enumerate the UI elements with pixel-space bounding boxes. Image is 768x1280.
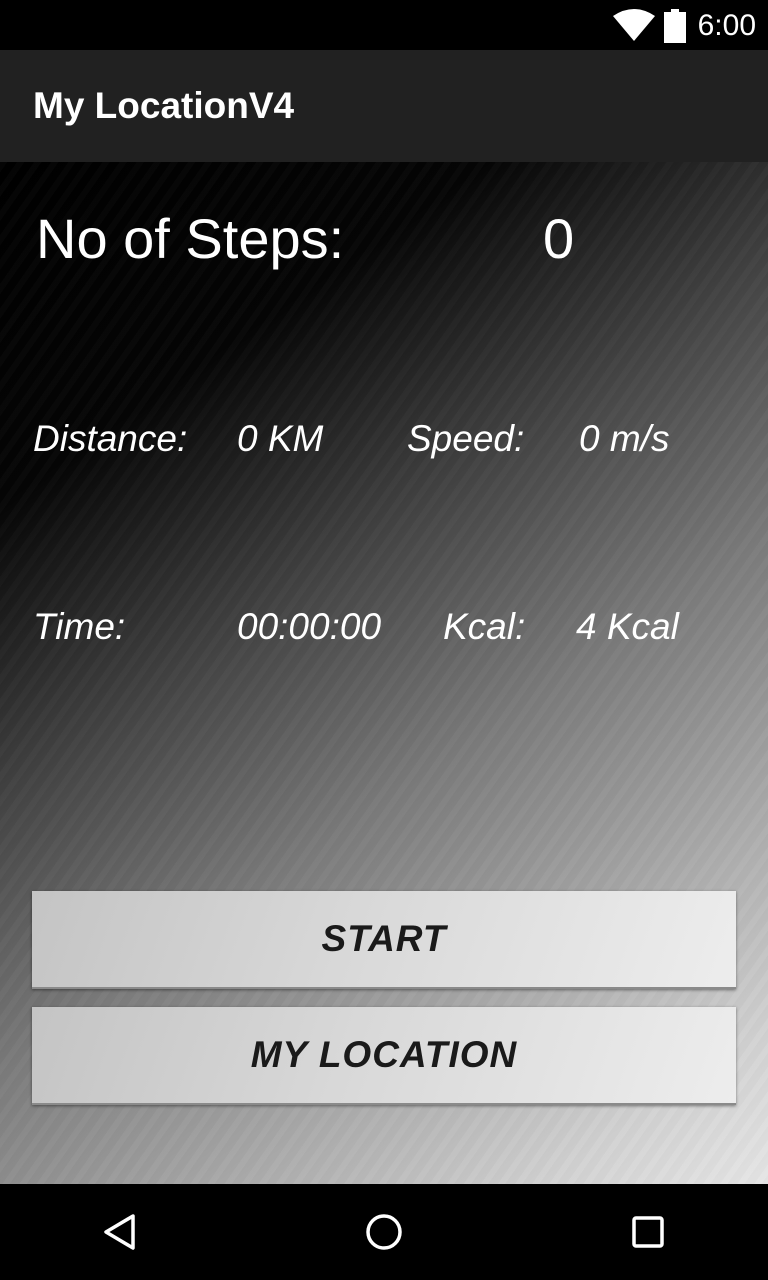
home-button[interactable] <box>356 1204 412 1260</box>
my-location-button[interactable]: MY LOCATION <box>32 1007 736 1105</box>
recents-icon <box>632 1216 664 1248</box>
start-button[interactable]: START <box>32 891 736 989</box>
speed-label: Speed: <box>407 418 525 459</box>
status-time: 6:00 <box>697 9 756 42</box>
steps-value: 0 <box>543 207 575 270</box>
battery-icon <box>664 9 686 43</box>
distance-value: 0 KM <box>237 418 324 459</box>
kcal-label: Kcal: <box>443 606 526 647</box>
wifi-icon <box>613 9 655 41</box>
kcal-value: 4 Kcal <box>576 606 679 647</box>
recents-button[interactable] <box>620 1204 676 1260</box>
speed-value: 0 m/s <box>579 418 670 459</box>
distance-label: Distance: <box>33 418 188 459</box>
home-icon <box>366 1214 402 1250</box>
time-label: Time: <box>33 606 126 647</box>
main-content: No of Steps: 0 Distance: 0 KM Speed: 0 m… <box>0 162 768 1184</box>
steps-label: No of Steps: <box>36 207 345 270</box>
navigation-bar <box>0 1184 768 1280</box>
back-button[interactable] <box>92 1204 148 1260</box>
status-bar: 6:00 <box>0 0 768 50</box>
app-bar: My LocationV4 <box>0 50 768 162</box>
back-icon <box>104 1214 135 1250</box>
time-value: 00:00:00 <box>237 606 382 647</box>
app-title: My LocationV4 <box>33 85 295 126</box>
